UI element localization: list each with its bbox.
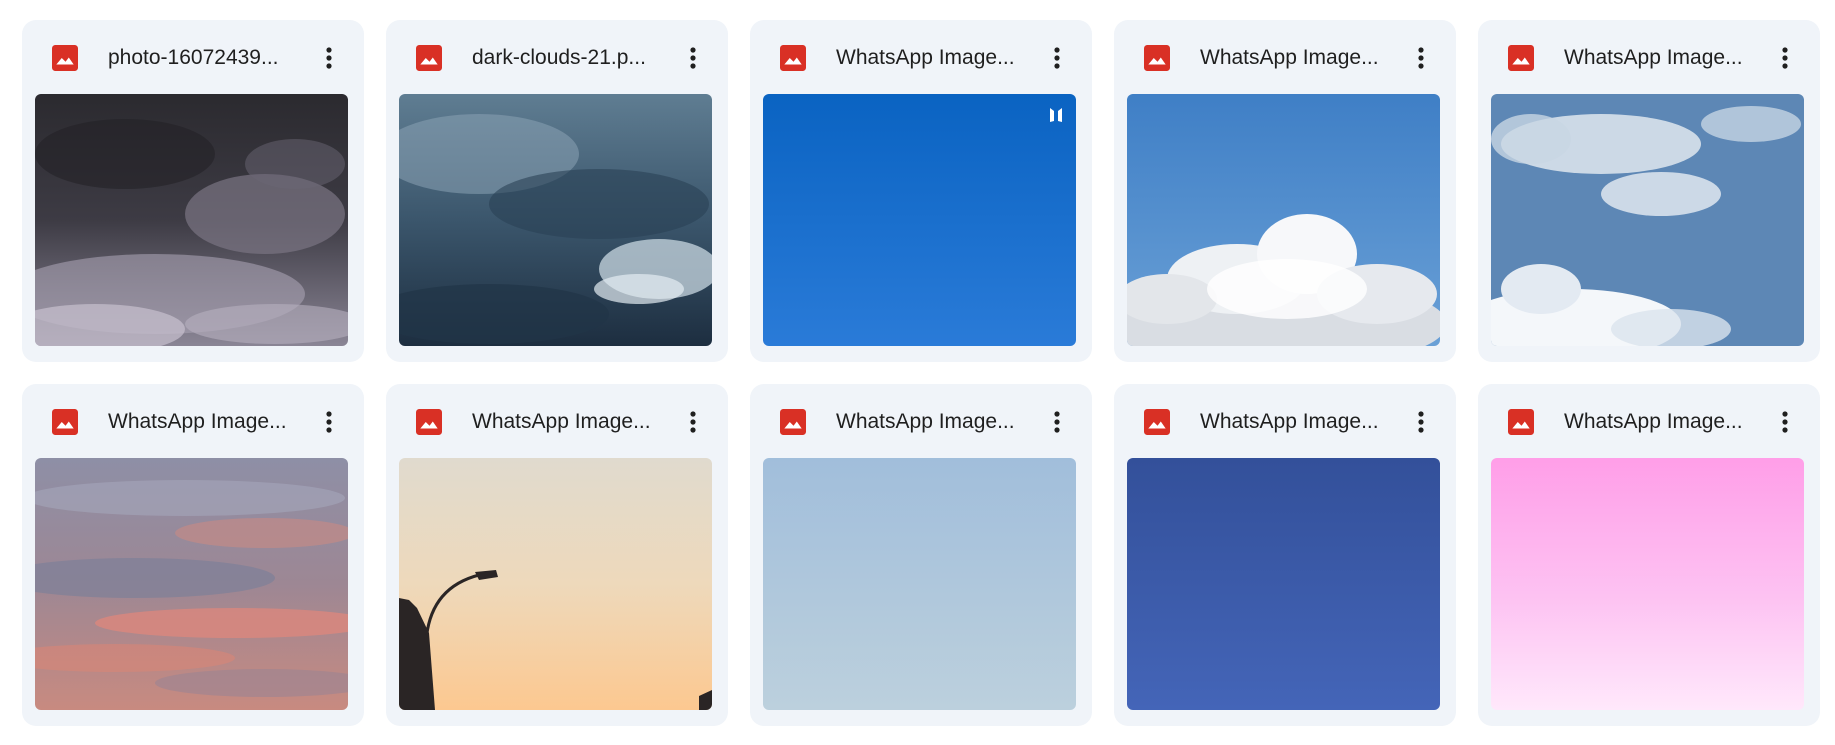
file-card-header: WhatsApp Image... — [386, 384, 728, 458]
file-name: WhatsApp Image... — [1564, 410, 1743, 433]
bookmark-badge-icon — [1048, 106, 1064, 124]
file-card-header: WhatsApp Image... — [750, 20, 1092, 94]
image-thumbnail[interactable] — [35, 94, 348, 346]
file-name: WhatsApp Image... — [1200, 410, 1379, 433]
image-file-icon — [416, 409, 442, 435]
file-card-header: WhatsApp Image... — [1478, 20, 1820, 94]
file-card-header: dark-clouds-21.p... — [386, 20, 728, 94]
more-vert-icon[interactable] — [1402, 39, 1440, 77]
file-name: photo-16072439... — [108, 46, 279, 69]
image-thumbnail[interactable] — [1127, 458, 1440, 710]
more-vert-icon[interactable] — [310, 403, 348, 441]
more-vert-icon[interactable] — [1038, 403, 1076, 441]
file-card-header: WhatsApp Image... — [1114, 384, 1456, 458]
file-card-header: WhatsApp Image... — [22, 384, 364, 458]
image-file-icon — [1508, 409, 1534, 435]
file-name: WhatsApp Image... — [1200, 46, 1379, 69]
file-name: WhatsApp Image... — [1564, 46, 1743, 69]
more-vert-icon[interactable] — [1402, 403, 1440, 441]
file-card[interactable]: photo-16072439... — [22, 20, 364, 362]
file-card[interactable]: WhatsApp Image... — [1114, 20, 1456, 362]
more-vert-icon[interactable] — [1766, 403, 1804, 441]
file-card[interactable]: WhatsApp Image... — [1478, 384, 1820, 726]
image-file-icon — [1144, 409, 1170, 435]
file-card[interactable]: WhatsApp Image... — [1478, 20, 1820, 362]
image-file-icon — [416, 45, 442, 71]
file-card[interactable]: WhatsApp Image... — [750, 384, 1092, 726]
image-file-icon — [780, 45, 806, 71]
image-thumbnail[interactable] — [1491, 94, 1804, 346]
file-card[interactable]: WhatsApp Image... — [22, 384, 364, 726]
more-vert-icon[interactable] — [1766, 39, 1804, 77]
file-name: WhatsApp Image... — [836, 410, 1015, 433]
more-vert-icon[interactable] — [310, 39, 348, 77]
file-card[interactable]: WhatsApp Image... — [386, 384, 728, 726]
file-name: WhatsApp Image... — [108, 410, 287, 433]
file-card-header: WhatsApp Image... — [1478, 384, 1820, 458]
image-thumbnail[interactable] — [35, 458, 348, 710]
image-file-icon — [52, 409, 78, 435]
file-card-header: WhatsApp Image... — [750, 384, 1092, 458]
file-card[interactable]: dark-clouds-21.p... — [386, 20, 728, 362]
image-file-icon — [52, 45, 78, 71]
more-vert-icon[interactable] — [1038, 39, 1076, 77]
image-file-icon — [1508, 45, 1534, 71]
image-thumbnail[interactable] — [763, 94, 1076, 346]
file-card-header: photo-16072439... — [22, 20, 364, 94]
image-file-icon — [1144, 45, 1170, 71]
file-card-header: WhatsApp Image... — [1114, 20, 1456, 94]
file-name: WhatsApp Image... — [472, 410, 651, 433]
file-grid: photo-16072439... dark-clouds-21.p... Wh… — [22, 20, 1820, 726]
image-file-icon — [780, 409, 806, 435]
more-vert-icon[interactable] — [674, 403, 712, 441]
file-name: WhatsApp Image... — [836, 46, 1015, 69]
file-card[interactable]: WhatsApp Image... — [750, 20, 1092, 362]
image-thumbnail[interactable] — [399, 94, 712, 346]
image-thumbnail[interactable] — [399, 458, 712, 710]
file-card[interactable]: WhatsApp Image... — [1114, 384, 1456, 726]
image-thumbnail[interactable] — [1127, 94, 1440, 346]
more-vert-icon[interactable] — [674, 39, 712, 77]
file-name: dark-clouds-21.p... — [472, 46, 646, 69]
image-thumbnail[interactable] — [763, 458, 1076, 710]
image-thumbnail[interactable] — [1491, 458, 1804, 710]
